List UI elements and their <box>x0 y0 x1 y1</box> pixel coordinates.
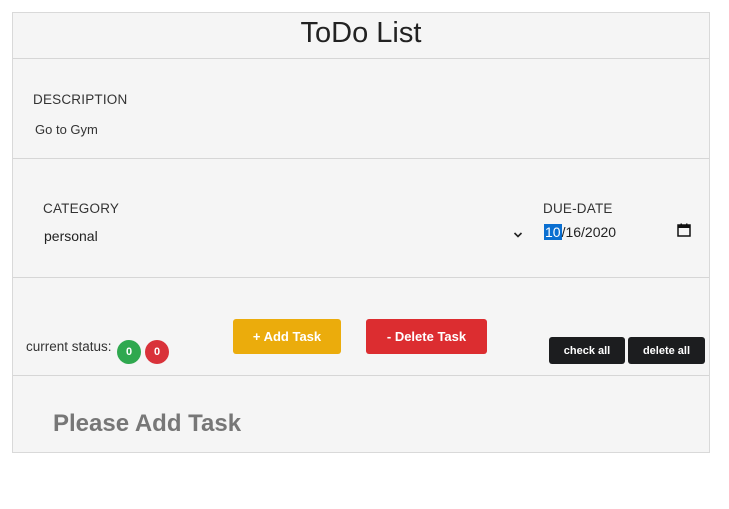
calendar-icon[interactable] <box>677 223 691 237</box>
due-date-month[interactable]: 10 <box>544 224 562 240</box>
todo-app: ToDo List DESCRIPTION CATEGORY personal … <box>12 12 710 453</box>
chevron-down-icon <box>513 232 523 238</box>
completed-count-badge: 0 <box>117 340 141 364</box>
task-list: Please Add Task <box>13 376 709 453</box>
description-section: DESCRIPTION <box>13 59 709 159</box>
header: ToDo List <box>13 13 709 59</box>
actions-section: current status: 0 0 + Add Task - Delete … <box>13 278 709 376</box>
category-date-section: CATEGORY personal DUE-DATE 10/16/2020 <box>13 159 709 278</box>
delete-task-button[interactable]: - Delete Task <box>366 319 487 354</box>
description-input[interactable] <box>33 118 697 140</box>
category-select[interactable]: personal <box>43 225 525 247</box>
check-all-button[interactable]: check all <box>549 337 625 364</box>
due-date-input[interactable]: 10/16/2020 <box>543 221 691 243</box>
pending-count-badge: 0 <box>145 340 169 364</box>
page-title: ToDo List <box>300 17 422 49</box>
status-label: current status: <box>26 339 112 354</box>
description-label: DESCRIPTION <box>33 92 128 107</box>
empty-list-message: Please Add Task <box>53 410 242 437</box>
add-task-button[interactable]: + Add Task <box>233 319 341 354</box>
category-label: CATEGORY <box>43 201 120 216</box>
category-selected-value: personal <box>44 228 98 244</box>
due-date-rest[interactable]: /16/2020 <box>562 224 617 240</box>
due-date-label: DUE-DATE <box>543 201 613 216</box>
delete-all-button[interactable]: delete all <box>628 337 705 364</box>
